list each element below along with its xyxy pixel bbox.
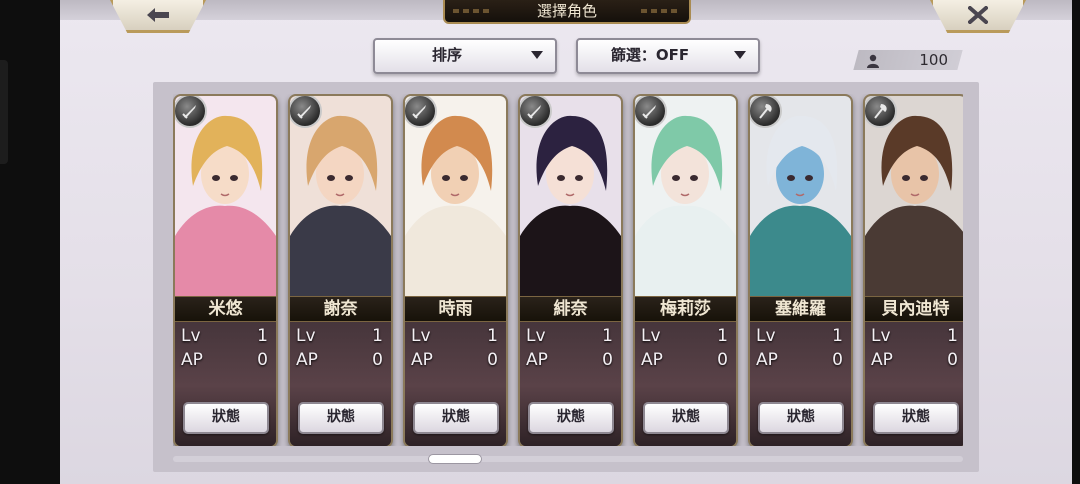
level-label: Lv [296, 326, 316, 346]
filter-dropdown-label: 篩選：OFF [610, 46, 690, 64]
ap-label: AP [756, 350, 778, 370]
level-value: 1 [947, 326, 958, 346]
ap-row: AP 0 [296, 350, 383, 372]
ap-value: 0 [602, 350, 613, 370]
character-card[interactable]: 緋奈 Lv 1 AP 0 狀態 [518, 94, 623, 446]
ap-value: 0 [487, 350, 498, 370]
character-card[interactable]: 謝奈 Lv 1 AP 0 狀態 [288, 94, 393, 446]
ap-value: 0 [372, 350, 383, 370]
sword-icon [635, 96, 667, 128]
level-label: Lv [411, 326, 431, 346]
status-button[interactable]: 狀態 [643, 402, 729, 434]
ap-row: AP 0 [871, 350, 958, 372]
horizontal-scrollbar[interactable] [173, 454, 963, 464]
status-button[interactable]: 狀態 [183, 402, 269, 434]
ap-label: AP [641, 350, 663, 370]
character-card-list[interactable]: 米悠 Lv 1 AP 0 狀態 謝奈 Lv 1 AP 0 狀態 時雨 Lv 1 AP 0 狀態 緋奈 Lv 1 AP 0 狀態… [173, 94, 963, 446]
title-ornament-right [641, 9, 681, 13]
person-icon [866, 53, 880, 68]
side-edge-tab [0, 60, 8, 164]
level-row: Lv 1 [296, 326, 383, 348]
axe-icon [865, 96, 897, 128]
ap-row: AP 0 [181, 350, 268, 372]
character-card[interactable]: 米悠 Lv 1 AP 0 狀態 [173, 94, 278, 446]
sword-icon [290, 96, 322, 128]
chevron-down-icon [734, 51, 746, 59]
level-label: Lv [756, 326, 776, 346]
character-name: 時雨 [405, 296, 506, 322]
status-button[interactable]: 狀態 [528, 402, 614, 434]
character-card[interactable]: 時雨 Lv 1 AP 0 狀態 [403, 94, 508, 446]
close-x-icon [968, 6, 988, 24]
ap-value: 0 [257, 350, 268, 370]
status-button[interactable]: 狀態 [873, 402, 959, 434]
character-roster: 米悠 Lv 1 AP 0 狀態 謝奈 Lv 1 AP 0 狀態 時雨 Lv 1 AP 0 狀態 緋奈 Lv 1 AP 0 狀態… [153, 82, 979, 472]
level-label: Lv [641, 326, 661, 346]
window-title-text: 選擇角色 [536, 2, 597, 20]
ap-value: 0 [832, 350, 843, 370]
level-value: 1 [832, 326, 843, 346]
ap-row: AP 0 [526, 350, 613, 372]
level-value: 1 [602, 326, 613, 346]
chevron-down-icon [531, 51, 543, 59]
scrollbar-thumb[interactable] [428, 454, 482, 464]
ap-row: AP 0 [641, 350, 728, 372]
character-card[interactable]: 貝內迪特 Lv 1 AP 0 狀態 [863, 94, 963, 446]
level-label: Lv [526, 326, 546, 346]
ap-row: AP 0 [411, 350, 498, 372]
ap-value: 0 [947, 350, 958, 370]
level-row: Lv 1 [181, 326, 268, 348]
character-name: 緋奈 [520, 296, 621, 322]
back-button[interactable] [110, 0, 206, 33]
character-count: 100 [853, 50, 963, 70]
sword-icon [520, 96, 552, 128]
character-name: 米悠 [175, 296, 276, 322]
level-value: 1 [372, 326, 383, 346]
level-row: Lv 1 [756, 326, 843, 348]
title-ornament-left [453, 9, 493, 13]
ap-value: 0 [717, 350, 728, 370]
ap-label: AP [181, 350, 203, 370]
sword-icon [175, 96, 207, 128]
ap-label: AP [871, 350, 893, 370]
status-button[interactable]: 狀態 [413, 402, 499, 434]
character-card[interactable]: 梅莉莎 Lv 1 AP 0 狀態 [633, 94, 738, 446]
sword-icon [405, 96, 437, 128]
close-button[interactable] [930, 0, 1026, 33]
character-name: 梅莉莎 [635, 296, 736, 322]
character-name: 謝奈 [290, 296, 391, 322]
level-label: Lv [181, 326, 201, 346]
character-name: 貝內迪特 [865, 296, 963, 322]
level-value: 1 [717, 326, 728, 346]
sort-dropdown-label: 排序 [431, 46, 462, 64]
filter-dropdown[interactable]: 篩選：OFF [576, 38, 760, 74]
character-select-panel: 選擇角色 排序 篩選：OFF 100 米悠 Lv 1 AP 0 狀態 謝奈 Lv 1 AP 0 狀態時… [60, 0, 1072, 484]
status-button[interactable]: 狀態 [298, 402, 384, 434]
status-button[interactable]: 狀態 [758, 402, 844, 434]
character-count-value: 100 [919, 51, 948, 69]
left-arrow-icon [145, 7, 171, 23]
ap-row: AP 0 [756, 350, 843, 372]
level-value: 1 [257, 326, 268, 346]
level-value: 1 [487, 326, 498, 346]
level-row: Lv 1 [526, 326, 613, 348]
window-title: 選擇角色 [443, 0, 691, 24]
ap-label: AP [411, 350, 433, 370]
level-row: Lv 1 [871, 326, 958, 348]
level-label: Lv [871, 326, 891, 346]
ap-label: AP [526, 350, 548, 370]
character-name: 塞維羅 [750, 296, 851, 322]
character-card[interactable]: 塞維羅 Lv 1 AP 0 狀態 [748, 94, 853, 446]
ap-label: AP [296, 350, 318, 370]
axe-icon [750, 96, 782, 128]
level-row: Lv 1 [411, 326, 498, 348]
sort-dropdown[interactable]: 排序 [373, 38, 557, 74]
level-row: Lv 1 [641, 326, 728, 348]
